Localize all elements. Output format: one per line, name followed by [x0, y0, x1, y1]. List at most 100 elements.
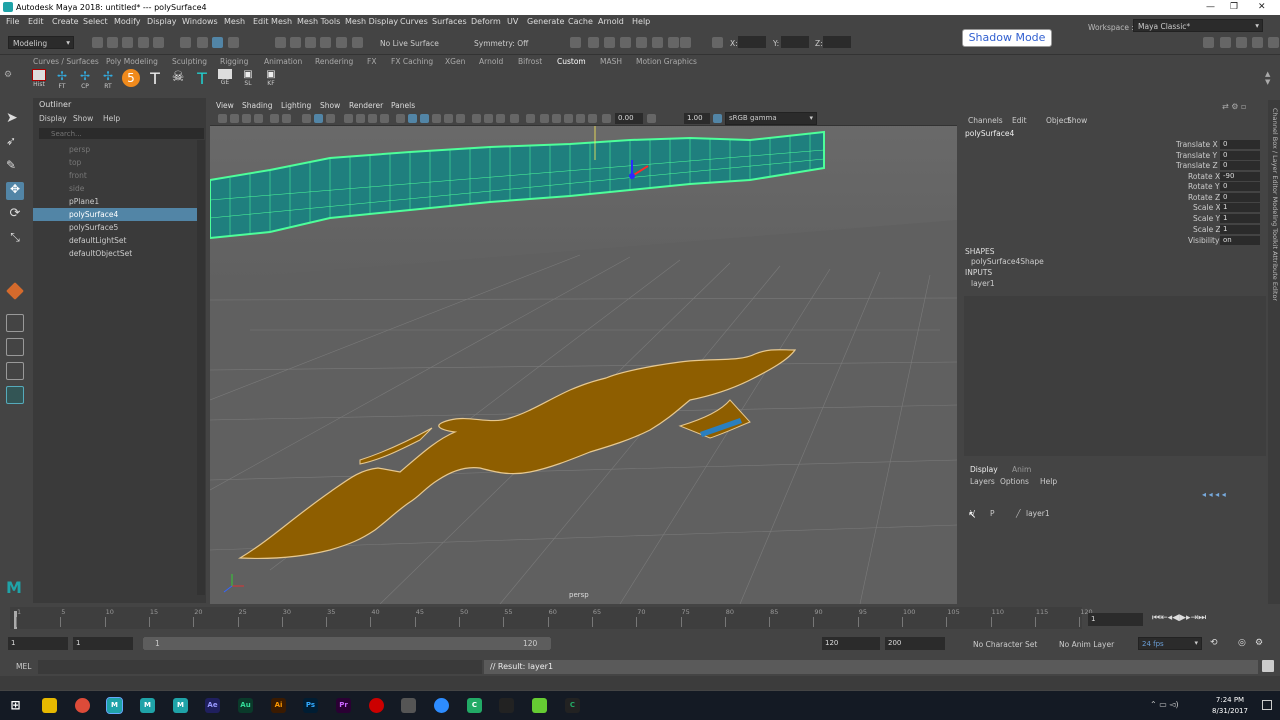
outliner-item-polysurface5[interactable]: polySurface5 — [33, 221, 197, 234]
shadows-icon[interactable] — [456, 114, 465, 123]
isolate-select-icon[interactable] — [526, 114, 535, 123]
move-layer-down-icon[interactable]: ◂ — [1209, 490, 1213, 499]
menu-arnold[interactable]: Arnold — [598, 17, 624, 26]
playback-end-input[interactable]: 120 — [822, 637, 880, 650]
outliner-item-persp[interactable]: persp — [33, 143, 197, 156]
attr-translate-x-value[interactable]: 0 — [1220, 140, 1260, 149]
snap-point-icon[interactable] — [305, 37, 316, 48]
sidebar-toggle-icon[interactable] — [1203, 37, 1214, 48]
menu-select[interactable]: Select — [83, 17, 108, 26]
attr-scale-z-value[interactable]: 1 — [1220, 225, 1260, 234]
shelf-tab-mash[interactable]: MASH — [600, 57, 622, 66]
rotate-tool-icon[interactable]: ⟳ — [6, 206, 24, 224]
menu-windows[interactable]: Windows — [182, 17, 218, 26]
outliner-item-polysurface4[interactable]: polySurface4 — [33, 208, 197, 221]
field-chart-icon[interactable] — [356, 114, 365, 123]
layer-tab-display[interactable]: Display — [970, 465, 998, 474]
mode-dropdown[interactable]: Modeling ▾ — [8, 36, 74, 49]
wireframe-on-shaded-icon[interactable] — [420, 114, 429, 123]
channel-box-icon[interactable] — [1268, 37, 1279, 48]
gamma-input[interactable]: 1.00 — [684, 113, 710, 124]
viewport-persp[interactable]: View Shading Lighting Show Renderer Pane… — [210, 100, 957, 604]
shelf-rt-button[interactable]: ✢ RT — [99, 69, 117, 91]
shelf-tab-arnold[interactable]: Arnold — [479, 57, 503, 66]
layer-action-icons[interactable]: ◂ ◂ ◂ ◂ — [1202, 490, 1262, 500]
shelf-cp-button[interactable]: ✢ CP — [76, 69, 94, 91]
layer-row[interactable]: V P ╱ layer1 — [964, 508, 1264, 520]
render-settings-icon[interactable] — [620, 37, 631, 48]
color-management-icon[interactable] — [713, 114, 722, 123]
exposure-icon[interactable] — [602, 114, 611, 123]
tool-settings-icon[interactable] — [1252, 37, 1263, 48]
symmetry-dropdown[interactable]: Symmetry: Off — [474, 39, 528, 48]
time-slider[interactable]: 1 5 10 15 20 25 30 35 40 45 50 55 60 65 70 75 80 85 90 95 10… — [0, 607, 1280, 633]
file-explorer-icon[interactable] — [42, 698, 57, 713]
attribute-editor-icon[interactable] — [1236, 37, 1247, 48]
outliner-item-side[interactable]: side — [33, 182, 197, 195]
image-plane-icon[interactable] — [254, 114, 263, 123]
channel-menu-edit[interactable]: Edit — [1012, 116, 1027, 125]
select-tool-icon[interactable]: ➤ — [6, 110, 24, 128]
2d-pan-icon[interactable] — [270, 114, 279, 123]
x-input[interactable] — [738, 36, 766, 48]
maya-icon[interactable]: M — [173, 698, 188, 713]
shelf-tab-rigging[interactable]: Rigging — [220, 57, 248, 66]
resolution-gate-icon[interactable] — [326, 114, 335, 123]
shelf-tab-bifrost[interactable]: Bifrost — [518, 57, 542, 66]
menu-file[interactable]: File — [6, 17, 19, 26]
film-gate-icon[interactable] — [314, 114, 323, 123]
menu-mesh[interactable]: Mesh — [224, 17, 245, 26]
snap-magnet-icon[interactable] — [352, 37, 363, 48]
script-language-toggle[interactable]: MEL — [16, 662, 31, 671]
shelf-tab-curves[interactable]: Curves / Surfaces — [33, 57, 99, 66]
safe-title-icon[interactable] — [380, 114, 389, 123]
arnold-ipr-icon[interactable] — [668, 37, 679, 48]
xray-active-icon[interactable] — [552, 114, 561, 123]
attr-visibility-value[interactable]: on — [1220, 236, 1260, 245]
step-forward-key-icon[interactable]: ⇥ — [1191, 613, 1199, 623]
four-view-icon[interactable] — [6, 338, 24, 356]
channel-menu-channels[interactable]: Channels — [968, 116, 1003, 125]
view-transform-dropdown[interactable]: sRGB gamma ▾ — [725, 112, 817, 125]
anim-layer-dropdown[interactable]: No Anim Layer — [1059, 640, 1114, 649]
outliner-menu-display[interactable]: Display — [39, 114, 67, 123]
textured-icon[interactable] — [432, 114, 441, 123]
auto-key-icon[interactable]: ◎ — [1238, 638, 1246, 648]
undo-icon[interactable] — [138, 37, 149, 48]
antialiasing-icon[interactable] — [496, 114, 505, 123]
menu-surfaces[interactable]: Surfaces — [432, 17, 467, 26]
wireframe-icon[interactable] — [396, 114, 405, 123]
shelf-sl-button[interactable]: ▣ SL — [239, 69, 257, 91]
shelf-ge-button[interactable]: GE — [216, 69, 234, 91]
last-tool-icon[interactable] — [6, 282, 24, 300]
new-layer-icon[interactable]: ◂ — [1215, 490, 1219, 499]
shelf-tab-rendering[interactable]: Rendering — [315, 57, 353, 66]
two-sided-icon[interactable] — [588, 114, 597, 123]
render-frame-icon[interactable] — [588, 37, 599, 48]
chrome-icon[interactable] — [75, 698, 90, 713]
expand-icon[interactable]: ▫ — [1241, 102, 1246, 111]
select-object-icon[interactable] — [197, 37, 208, 48]
side-by-side-icon[interactable] — [6, 362, 24, 380]
layer-playback-toggle[interactable]: P — [990, 509, 995, 518]
motion-blur-icon[interactable] — [484, 114, 493, 123]
shape-node[interactable]: polySurface4Shape — [971, 257, 1044, 266]
live-surface-label[interactable]: No Live Surface — [380, 39, 439, 48]
shelf-ft-button[interactable]: ✢ FT — [53, 69, 71, 91]
depth-of-field-icon[interactable] — [510, 114, 519, 123]
attr-rotate-y-value[interactable]: 0 — [1220, 182, 1260, 191]
open-scene-icon[interactable] — [107, 37, 118, 48]
illustrator-icon[interactable]: Ai — [271, 698, 286, 713]
shelf-tab-fx[interactable]: FX — [367, 57, 376, 66]
menu-curves[interactable]: Curves — [400, 17, 428, 26]
menu-mesh-display[interactable]: Mesh Display — [345, 17, 398, 26]
paint-select-icon[interactable]: ✎ — [6, 158, 24, 176]
layer-name[interactable]: layer1 — [1026, 509, 1050, 518]
shelf-tab-poly[interactable]: Poly Modeling — [106, 57, 158, 66]
menu-deform[interactable]: Deform — [471, 17, 501, 26]
maya-icon[interactable]: M — [140, 698, 155, 713]
shelf-tab-custom[interactable]: Custom — [557, 57, 586, 66]
shelf-kf-button[interactable]: ▣ KF — [262, 69, 280, 91]
select-hierarchy-icon[interactable] — [180, 37, 191, 48]
zoom-icon[interactable] — [434, 698, 449, 713]
